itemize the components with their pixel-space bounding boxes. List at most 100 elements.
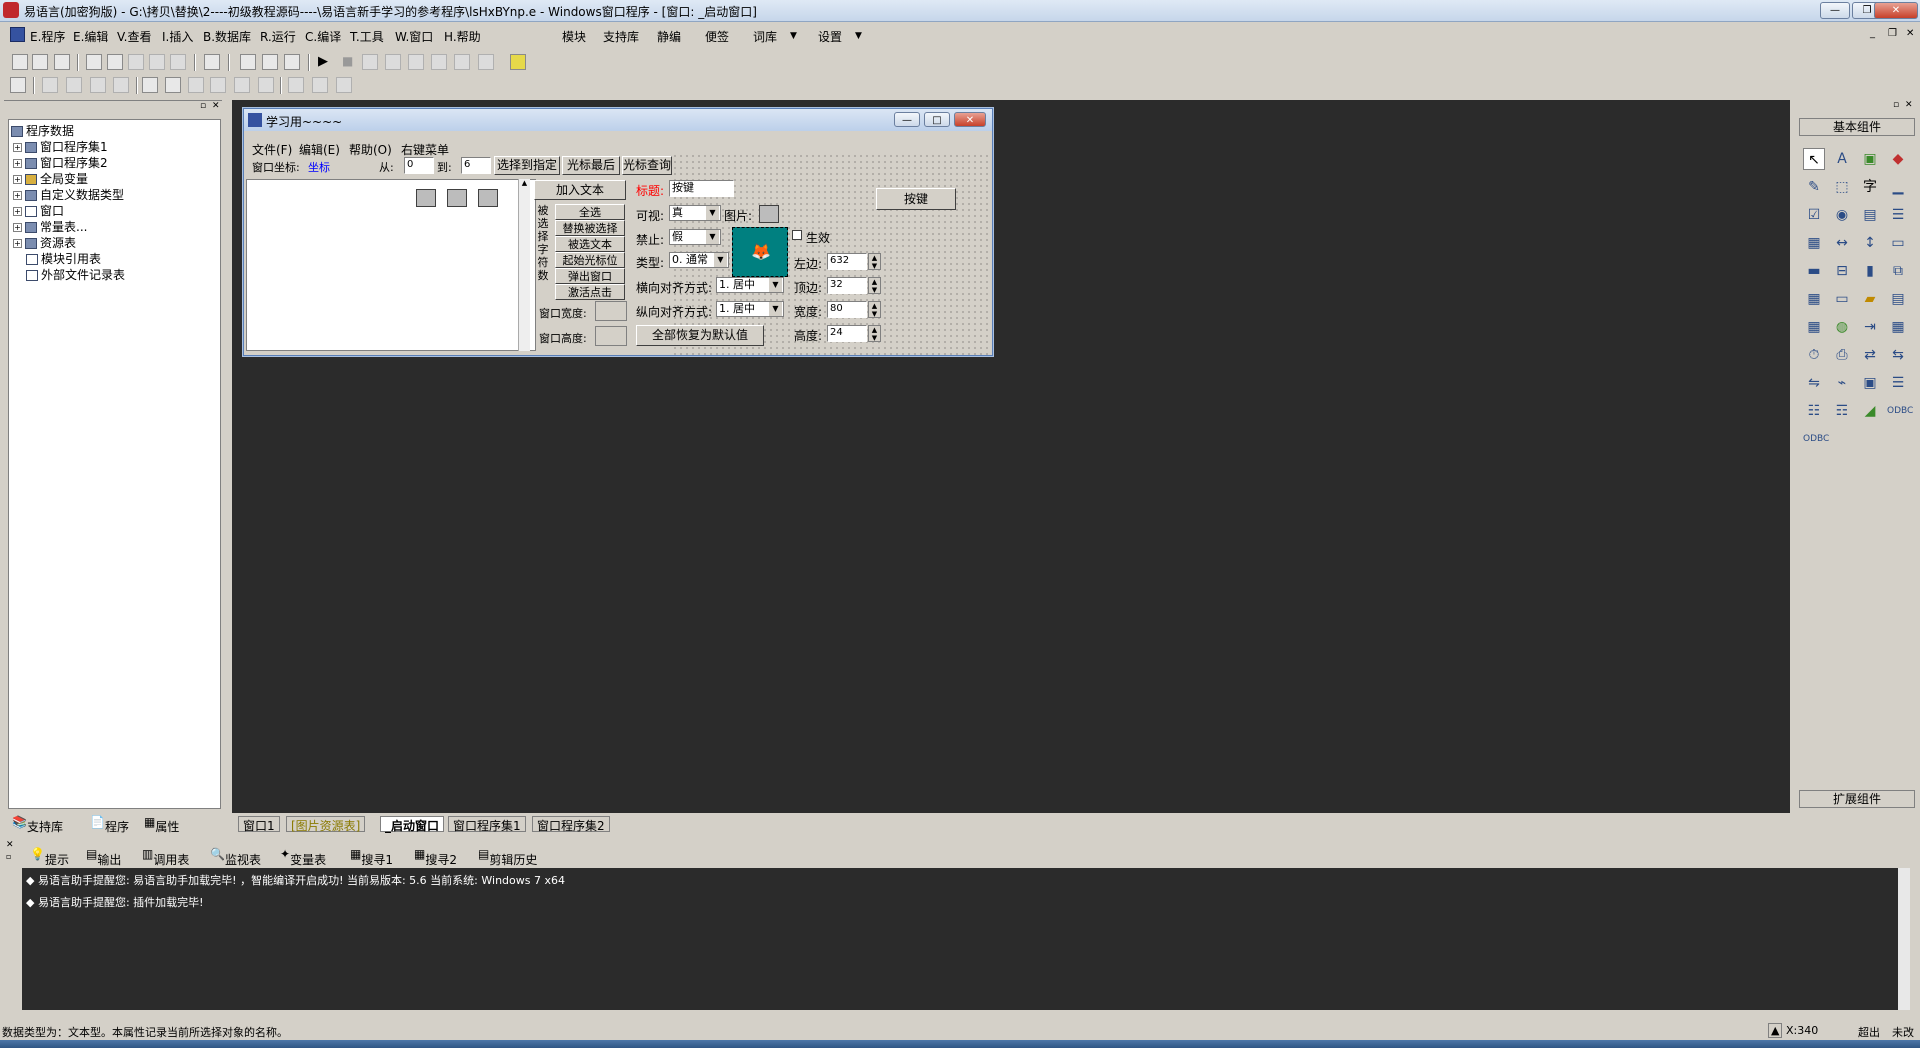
scroll-v-icon[interactable]: ↕ [1859, 232, 1881, 254]
align-left-icon[interactable] [42, 77, 58, 93]
paste-icon[interactable] [128, 54, 144, 70]
form-maximize-button[interactable]: □ [924, 112, 950, 127]
drive-icon[interactable]: ▦ [1803, 316, 1825, 338]
tab-program[interactable]: 📄 程序 [90, 815, 129, 834]
port-icon[interactable]: ⌁ [1831, 372, 1853, 394]
panel-close-icon[interactable]: ✕ [6, 840, 14, 850]
width-input[interactable]: 80 [827, 301, 867, 318]
tab-control-icon[interactable]: ⧉ [1887, 260, 1909, 282]
tree-item[interactable]: 外部文件记录表 [26, 266, 125, 283]
component-1-icon[interactable] [416, 189, 436, 207]
replace-selected-button[interactable]: 替换被选择 [555, 220, 625, 236]
align-right-icon[interactable] [66, 77, 82, 93]
list-view-icon[interactable]: ☰ [1887, 372, 1909, 394]
step-icon[interactable] [362, 54, 378, 70]
space-v-icon[interactable] [210, 77, 226, 93]
undo-icon[interactable] [149, 54, 165, 70]
title-input[interactable]: 按键 [669, 180, 734, 197]
label-icon[interactable]: A [1831, 148, 1853, 170]
form-menu-context[interactable]: 右键菜单 [401, 141, 449, 158]
scroll-h-icon[interactable]: ↔ [1831, 232, 1853, 254]
tab-properties[interactable]: ▦ 属性 [144, 815, 179, 834]
pin-icon[interactable]: ▫ [1893, 100, 1899, 110]
center-h-icon[interactable] [142, 77, 158, 93]
tree-item[interactable]: + 资源表 [13, 234, 76, 251]
designer-form[interactable]: 学习用~~~~ — □ ✕ 文件(F) 编辑(E) 帮助(O) 右键菜单 窗口坐… [243, 108, 993, 356]
menu-window[interactable]: W.窗口 [395, 28, 433, 45]
select-to-button[interactable]: 选择到指定 [494, 156, 560, 175]
doc-tab-image-resources[interactable]: [图片资源表] [286, 816, 366, 833]
menu-static-compile[interactable]: 静编 [657, 28, 681, 45]
tab-output[interactable]: ▤ 输出 [86, 847, 121, 867]
restore-defaults-button[interactable]: 全部恢复为默认值 [636, 325, 764, 346]
menu-database[interactable]: B.数据库 [203, 28, 251, 45]
top-input[interactable]: 32 [827, 277, 867, 294]
minimize-button[interactable]: — [1820, 2, 1850, 19]
align-bottom-icon[interactable] [113, 77, 129, 93]
step-out-icon[interactable] [408, 54, 424, 70]
menu-module[interactable]: 模块 [562, 28, 586, 45]
coord-link[interactable]: 坐标 [308, 159, 330, 175]
folder-icon[interactable]: ▰ [1859, 288, 1881, 310]
height-input[interactable]: 24 [827, 325, 867, 342]
bar-icon[interactable]: ▮ [1859, 260, 1881, 282]
same-width-icon[interactable] [258, 77, 274, 93]
slider-icon[interactable]: ⊟ [1831, 260, 1853, 282]
doc-tab-window1[interactable]: 窗口1 [238, 816, 280, 833]
key-button[interactable]: 按键 [876, 188, 956, 210]
close-button[interactable]: ✕ [1874, 2, 1918, 19]
order-icon[interactable] [312, 77, 328, 93]
menu-settings[interactable]: 设置 [818, 28, 842, 45]
select-all-button[interactable]: 全选 [555, 204, 625, 220]
type-select[interactable]: 0. 通常 [669, 252, 729, 268]
line-icon[interactable]: ▁ [1887, 176, 1909, 198]
visible-select[interactable]: 真 [669, 205, 721, 221]
wizard-icon[interactable] [510, 54, 526, 70]
frame-icon[interactable]: ▣ [1859, 372, 1881, 394]
basic-components-header[interactable]: 基本组件 [1799, 118, 1915, 136]
odbc-icon[interactable]: ODBC [1887, 400, 1913, 422]
doc-tab-class1[interactable]: 窗口程序集1 [448, 816, 526, 833]
hand-icon[interactable] [478, 54, 494, 70]
pin-icon[interactable]: ▫ [6, 852, 11, 861]
hyperlink-icon[interactable]: ⇥ [1859, 316, 1881, 338]
menu-run[interactable]: R.运行 [260, 28, 296, 45]
printer-icon[interactable]: ⎙ [1831, 344, 1853, 366]
menu-dictionary[interactable]: 词库 [753, 28, 777, 45]
copy-icon[interactable] [107, 54, 123, 70]
calendar-icon[interactable]: ▦ [1803, 288, 1825, 310]
cursor-query-button[interactable]: 光标查询 [622, 156, 672, 175]
chart-icon[interactable]: ◢ [1859, 400, 1881, 422]
form-close-button[interactable]: ✕ [954, 112, 986, 127]
breakpoint-icon[interactable] [454, 54, 470, 70]
radio-icon[interactable]: ◉ [1831, 204, 1853, 226]
tab-support-lib[interactable]: 📚 支持库 [12, 815, 63, 834]
disable-select[interactable]: 假 [669, 229, 721, 245]
left-input[interactable]: 632 [827, 253, 867, 270]
image-icon[interactable]: ▣ [1859, 148, 1881, 170]
picture-picker-icon[interactable] [759, 205, 779, 223]
to-input[interactable]: 6 [461, 157, 491, 174]
tab-search2[interactable]: ▦ 搜寻2 [414, 847, 457, 867]
top-spinner[interactable]: ▲ ▼ [868, 277, 881, 294]
form-minimize-button[interactable]: — [894, 112, 920, 127]
component-2-icon[interactable] [447, 189, 467, 207]
pin-icon[interactable]: ▫ [200, 101, 206, 111]
tree-item[interactable]: + 窗口程序集1 [13, 138, 108, 155]
mdi-close-icon[interactable]: ✕ [1906, 28, 1914, 39]
stop-icon[interactable]: ■ [342, 54, 353, 68]
menu-support-lib[interactable]: 支持库 [603, 28, 639, 45]
settings-dropdown-icon[interactable]: ▼ [855, 31, 862, 41]
cursor-last-button[interactable]: 光标最后 [562, 156, 620, 175]
save-icon[interactable] [54, 54, 70, 70]
form-menu-help[interactable]: 帮助(O) [349, 141, 392, 158]
open-file-icon[interactable] [32, 54, 48, 70]
align-top-icon[interactable] [90, 77, 106, 93]
add-text-button[interactable]: 加入文本 [534, 180, 626, 200]
same-height-icon[interactable] [288, 77, 304, 93]
form-menu-file[interactable]: 文件(F) [252, 141, 292, 158]
text-icon[interactable]: 字 [1859, 176, 1881, 198]
tab-call-stack[interactable]: ▥ 调用表 [142, 847, 189, 867]
popup-window-button[interactable]: 弹出窗口 [555, 268, 625, 284]
odbc-db-icon[interactable]: ODBC [1803, 428, 1829, 450]
